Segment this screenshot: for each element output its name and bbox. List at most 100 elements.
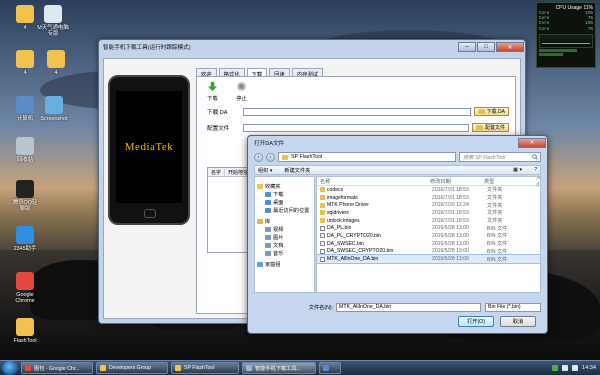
homegroup-icon	[257, 261, 263, 267]
nav-item[interactable]: 收藏夹	[255, 182, 314, 190]
partition-column-header[interactable]: 名字	[208, 168, 226, 176]
filename-input[interactable]: MTK_AllInOne_DA.bin	[336, 303, 481, 312]
taskbar-button[interactable]: SP FlashTool	[171, 362, 239, 374]
file-type: 文件夹	[487, 202, 503, 209]
desktop-icon-second-row-right-label: 4	[54, 70, 58, 76]
open-button[interactable]: 打开(O)	[458, 316, 494, 327]
desktop-icon-screenshot[interactable]: Screenshot	[34, 96, 74, 122]
scatter-browse-button[interactable]: 配置文件	[471, 123, 509, 132]
back-arrow-icon[interactable]: ‹	[254, 152, 263, 162]
tray-app-icon[interactable]	[552, 365, 558, 371]
cancel-button[interactable]: 取消	[500, 316, 536, 327]
desktop-icon-recycle-bin[interactable]: 回收站	[5, 137, 45, 163]
scatter-browse-label: 配置文件	[484, 125, 505, 131]
phone-screen-text: MediaTek	[124, 141, 174, 153]
desktop-icon-flashtool[interactable]: FlashTool	[5, 318, 45, 344]
column-header[interactable]: 类型	[484, 178, 536, 185]
nav-item[interactable]: 桌面	[255, 198, 314, 206]
nav-item[interactable]: 文档	[255, 241, 314, 249]
file-row[interactable]: MTK Phone Driver 2016/7/30 13:24 文件夹	[317, 201, 540, 209]
file-row[interactable]: DA_SWSEC_CRYPTO20.bin 2016/5/28 13:00 BIN …	[317, 248, 540, 256]
flashtool-titlebar[interactable]: 智能手机下载工具(运行时跟踪模式) – □ ✕	[99, 40, 525, 54]
file-row[interactable]: DA_SWSEC.bin 2016/5/28 13:00 BIN 文件	[317, 240, 540, 248]
taskbar-button[interactable]	[319, 362, 341, 374]
file-date: 2016/7/30 13:24	[432, 202, 469, 209]
new-folder-button[interactable]: 新建文件夹	[284, 167, 310, 174]
help-icon[interactable]: ?	[534, 167, 537, 173]
address-bar: ‹ › SP FlashTool 搜索 SP FlashTool	[254, 151, 541, 163]
desktop-icon-qq-icon	[16, 180, 34, 198]
desktop-icon-chrome[interactable]: Google Chrome	[5, 272, 45, 304]
da-label: 下载 DA	[207, 109, 228, 116]
file-name: codecs	[327, 186, 344, 193]
download-button[interactable]: 下载	[207, 81, 218, 102]
cpu-gadget[interactable]: CPU Usage 11% Core 15% Core 7% Core 15% Core 7%	[536, 2, 596, 68]
scatter-input[interactable]	[243, 123, 469, 132]
file-row[interactable]: imageformats 2016/7/31 18:53 文件夹	[317, 194, 540, 202]
file-name: imageformats	[327, 194, 358, 201]
search-input[interactable]: 搜索 SP FlashTool	[459, 152, 541, 162]
maximize-button[interactable]: □	[477, 42, 495, 52]
forward-arrow-icon[interactable]: ›	[266, 152, 275, 162]
phone-illustration: MediaTek	[108, 75, 190, 225]
nav-item[interactable]: 家庭组	[255, 260, 314, 268]
nav-item[interactable]: 图片	[255, 233, 314, 241]
cpu-core-label: Core	[539, 26, 550, 32]
cpu-core-value: 7%	[587, 26, 593, 32]
taskbar-button[interactable]: Developers Group	[96, 362, 168, 374]
desktop-icon-qq[interactable]: 腾讯QQ轻 聊版	[5, 180, 45, 212]
dialog-close-button[interactable]: ✕	[518, 137, 546, 148]
taskbar-button[interactable]: 图包 - Google Chr...	[21, 362, 93, 374]
file-row[interactable]: sqldrivers 2016/7/31 18:53 文件夹	[317, 209, 540, 217]
nav-item[interactable]: 最近访问的位置	[255, 206, 314, 214]
file-icon	[320, 241, 325, 247]
file-row[interactable]: MTK_AllInOne_DA.bin 2016/5/28 13:00 BIN 文件	[317, 254, 540, 264]
file-date: 2016/5/28 13:00	[432, 225, 469, 232]
dialog-titlebar[interactable]: 打开DA文件 ✕	[248, 136, 547, 149]
da-input[interactable]	[243, 107, 471, 116]
filetype-select[interactable]: Bin File (*.bin)	[485, 303, 541, 312]
file-name: DA_SWSEC.bin	[327, 240, 364, 247]
nav-item[interactable]: 视频	[255, 225, 314, 233]
nav-item[interactable]: 下载	[255, 190, 314, 198]
nav-item-label: 最近访问的位置	[273, 207, 310, 214]
taskbar-app-icon	[323, 365, 329, 371]
start-button-icon[interactable]	[2, 361, 18, 375]
file-type: BIN 文件	[487, 233, 508, 240]
column-header[interactable]: 修改日期	[430, 178, 484, 185]
path-breadcrumb[interactable]: SP FlashTool	[278, 152, 456, 162]
taskbar-app-icon	[25, 365, 31, 371]
da-browse-button[interactable]: 下载 DA	[473, 107, 509, 116]
nav-item[interactable]: 音乐	[255, 249, 314, 257]
file-row[interactable]: DA_PL_CRYPTO20.bin 2016/5/28 13:00 BIN 文件	[317, 232, 540, 240]
taskbar-app-icon	[175, 365, 181, 371]
file-row[interactable]: codecs 2016/7/31 18:53 文件夹	[317, 186, 540, 194]
column-header[interactable]: 名称	[317, 178, 430, 185]
desktop-icon-second-row-right-icon	[47, 50, 65, 68]
scatter-row: 配置文件 配置文件	[207, 123, 509, 132]
folder-icon	[282, 154, 288, 160]
minimize-button[interactable]: –	[458, 42, 476, 52]
taskbar-app-icon	[100, 365, 106, 371]
volume-icon[interactable]	[572, 365, 578, 371]
close-button[interactable]: ✕	[496, 42, 524, 52]
stop-button[interactable]: 停止	[236, 81, 247, 102]
music-icon	[265, 250, 271, 256]
filename-row: 文件名(N): MTK_AllInOne_DA.bin Bin File (*.…	[308, 303, 541, 312]
desktop-icon-second-row-right[interactable]: 4	[36, 50, 76, 76]
download-button-label: 下载	[207, 96, 218, 102]
view-options-icon[interactable]: ▦ ▾	[513, 167, 522, 173]
file-row[interactable]: DA_PL.bin 2016/5/28 13:00 BIN 文件	[317, 224, 540, 232]
video-icon	[265, 226, 271, 232]
file-name: sqldrivers	[327, 209, 349, 216]
desktop-icon-weather[interactable]: M天气通电脑 专版	[33, 5, 73, 37]
flashtool-title: 智能手机下载工具(运行时跟踪模式)	[103, 45, 191, 51]
file-row[interactable]: unlock images 2016/7/31 18:53 文件夹	[317, 217, 540, 225]
taskbar-button[interactable]: 智能手机下载工具...	[242, 362, 316, 374]
open-file-dialog[interactable]: 打开DA文件 ✕ ‹ › SP FlashTool 搜索 SP FlashToo…	[247, 135, 548, 334]
organize-button[interactable]: 组织 ▾	[258, 167, 272, 174]
desktop-icon-2345[interactable]: 2345助手	[5, 226, 45, 252]
clock[interactable]: 14:34	[582, 365, 596, 371]
network-icon[interactable]	[562, 365, 568, 371]
nav-item[interactable]: 库	[255, 217, 314, 225]
